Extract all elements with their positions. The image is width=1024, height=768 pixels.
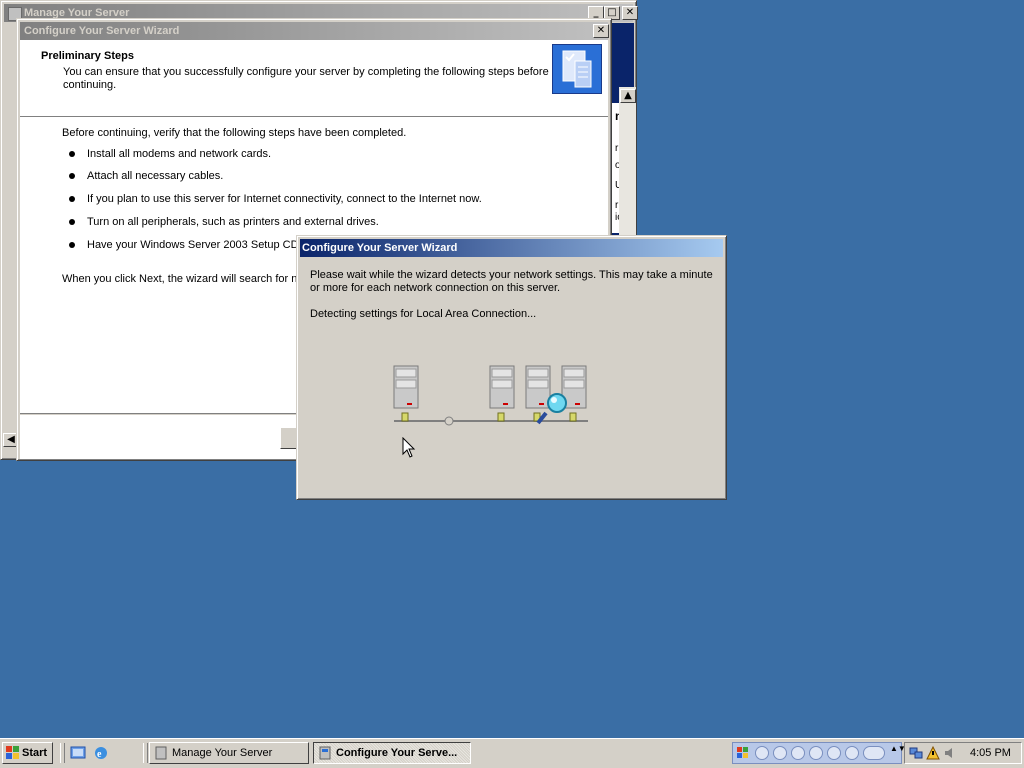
task-configure-your-server[interactable]: Configure Your Serve...	[313, 742, 471, 764]
close-button[interactable]: ✕	[622, 6, 638, 20]
minimize-icon: _	[593, 7, 599, 18]
next-info-text: When you click Next, the wizard will sea…	[62, 273, 304, 285]
toolbar-grip[interactable]	[143, 743, 148, 763]
arrow-up-icon: ▲	[624, 90, 632, 101]
svg-text:e: e	[97, 749, 102, 760]
bullet-icon	[69, 173, 75, 179]
media-stop-button[interactable]	[755, 746, 769, 760]
arrow-left-icon: ◀	[7, 434, 15, 445]
detect-network-dialog[interactable]: Configure Your Server Wizard Please wait…	[296, 235, 727, 500]
start-button[interactable]: Start	[2, 742, 53, 764]
header-title: Preliminary Steps	[41, 50, 134, 62]
wizard-icon	[318, 746, 332, 760]
bullet-icon	[69, 196, 75, 202]
windows-logo-icon	[6, 746, 20, 760]
toolbar-grip[interactable]	[60, 743, 65, 763]
network-icon[interactable]	[909, 746, 923, 760]
bullet-icon	[69, 242, 75, 248]
security-alert-icon[interactable]	[926, 745, 940, 760]
close-button[interactable]: ✕	[593, 24, 609, 38]
media-play-button[interactable]	[773, 746, 787, 760]
task-manage-your-server[interactable]: Manage Your Server	[149, 742, 309, 764]
header-description: You can ensure that you successfully con…	[63, 66, 549, 91]
detect-status: Detecting settings for Local Area Connec…	[310, 308, 537, 320]
media-rewind-button[interactable]	[827, 746, 841, 760]
system-tray: 4:05 PM	[904, 742, 1022, 764]
clock[interactable]: 4:05 PM	[970, 747, 1011, 759]
volume-icon[interactable]	[943, 746, 957, 760]
internet-explorer-icon[interactable]: e	[92, 744, 110, 762]
server-icon	[489, 365, 515, 422]
network-detection-animation	[392, 361, 592, 431]
scroll-up-button[interactable]: ▲	[620, 89, 636, 103]
server-icon	[525, 365, 551, 422]
media-player-toolbar: ▲▼	[732, 742, 906, 764]
media-next-button[interactable]	[809, 746, 823, 760]
media-forward-button[interactable]	[845, 746, 859, 760]
step-text: Turn on all peripherals, such as printer…	[87, 216, 379, 228]
show-desktop-icon[interactable]	[69, 744, 87, 762]
bullet-icon	[69, 219, 75, 225]
bullet-icon	[69, 151, 75, 157]
server-icon	[393, 365, 419, 422]
detect-dialog-titlebar[interactable]: Configure Your Server Wizard	[300, 239, 723, 257]
maximize-icon: □	[607, 7, 617, 18]
windows-flag-icon	[736, 746, 750, 760]
task-label: Configure Your Serve...	[336, 747, 458, 759]
wizard-header: Preliminary Steps You can ensure that yo…	[20, 40, 608, 117]
server-icon	[154, 746, 168, 760]
intro-text: Before continuing, verify that the follo…	[62, 127, 407, 139]
media-volume-button[interactable]	[863, 746, 885, 760]
server-icon	[561, 365, 587, 422]
detect-message: Please wait while the wizard detects you…	[310, 269, 713, 294]
taskbar: Start e Manage Your Server Configure You…	[0, 738, 1024, 768]
detect-dialog-title: Configure Your Server Wizard	[302, 242, 458, 254]
wizard-titlebar[interactable]: Configure Your Server Wizard ✕	[20, 22, 609, 40]
media-prev-button[interactable]	[791, 746, 805, 760]
checklist-icon	[552, 44, 602, 94]
step-text: Attach all necessary cables.	[87, 170, 224, 182]
chevron-up-icon: ▲	[890, 744, 898, 753]
close-icon: ✕	[625, 7, 635, 18]
media-restore-button[interactable]: ▲▼	[890, 744, 906, 761]
start-label: Start	[22, 747, 48, 759]
strip-text: r	[615, 200, 619, 211]
mouse-pointer-icon	[402, 436, 416, 459]
step-text: Install all modems and network cards.	[87, 148, 272, 160]
wizard-title: Configure Your Server Wizard	[24, 25, 180, 37]
close-icon: ✕	[596, 25, 606, 36]
task-label: Manage Your Server	[172, 747, 273, 759]
step-text: If you plan to use this server for Inter…	[87, 193, 482, 205]
strip-text: r	[615, 143, 619, 154]
